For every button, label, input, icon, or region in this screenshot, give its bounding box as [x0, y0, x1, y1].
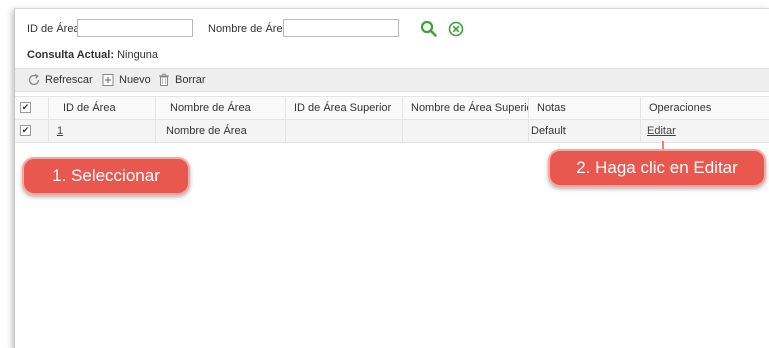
toolbar: Refrescar Nuevo Borrar — [15, 68, 769, 92]
select-all-cell: ✔ — [15, 97, 49, 119]
column-header-area-name[interactable]: Nombre de Área — [156, 97, 286, 119]
current-query: Consulta Actual: Ninguna — [27, 49, 158, 61]
cell-area-id: 1 — [49, 120, 156, 142]
new-icon — [102, 74, 114, 86]
cell-notes: Default — [529, 120, 641, 142]
column-header-operations: Operaciones — [649, 102, 712, 114]
current-query-value: Ninguna — [117, 49, 159, 61]
clear-icon[interactable] — [447, 20, 465, 38]
refresh-icon — [28, 74, 40, 86]
column-header-parent-id[interactable]: ID de Área Superior — [286, 97, 403, 119]
column-header-notes[interactable]: Notas — [529, 97, 641, 119]
cell-parent-id — [286, 120, 403, 142]
refresh-label: Refrescar — [45, 74, 93, 86]
edit-link[interactable]: Editar — [647, 125, 676, 137]
column-header-area-id[interactable]: ID de Área — [49, 97, 156, 119]
row-checkbox[interactable]: ✔ — [20, 125, 31, 136]
area-name-label: Nombre de Área — [208, 23, 289, 35]
column-header-parent-name[interactable]: Nombre de Área Superior — [403, 97, 529, 119]
area-id-link[interactable]: 1 — [57, 125, 63, 137]
refresh-button[interactable]: Refrescar — [27, 69, 93, 91]
delete-button[interactable]: Borrar — [157, 69, 206, 91]
row-select-cell: ✔ — [15, 120, 49, 142]
area-id-input[interactable] — [77, 19, 193, 37]
search-icon[interactable] — [420, 20, 438, 38]
cell-parent-name — [403, 120, 529, 142]
area-id-label: ID de Área — [27, 23, 80, 35]
delete-label: Borrar — [175, 74, 206, 86]
edit-callout: 2. Haga clic en Editar — [548, 149, 766, 187]
cell-area-name: Nombre de Área — [156, 120, 286, 142]
search-row: ID de Área Nombre de Área — [15, 19, 769, 41]
trash-icon — [159, 73, 169, 86]
new-label: Nuevo — [119, 74, 151, 86]
current-query-label: Consulta Actual: — [27, 49, 114, 61]
new-button[interactable]: Nuevo — [101, 69, 151, 91]
area-name-input[interactable] — [283, 19, 399, 37]
area-table: ✔ ID de Área Nombre de Área ID de Área S… — [15, 96, 769, 143]
select-callout: 1. Seleccionar — [22, 157, 190, 195]
select-all-checkbox[interactable]: ✔ — [20, 102, 31, 113]
table-header-row: ✔ ID de Área Nombre de Área ID de Área S… — [15, 96, 769, 120]
